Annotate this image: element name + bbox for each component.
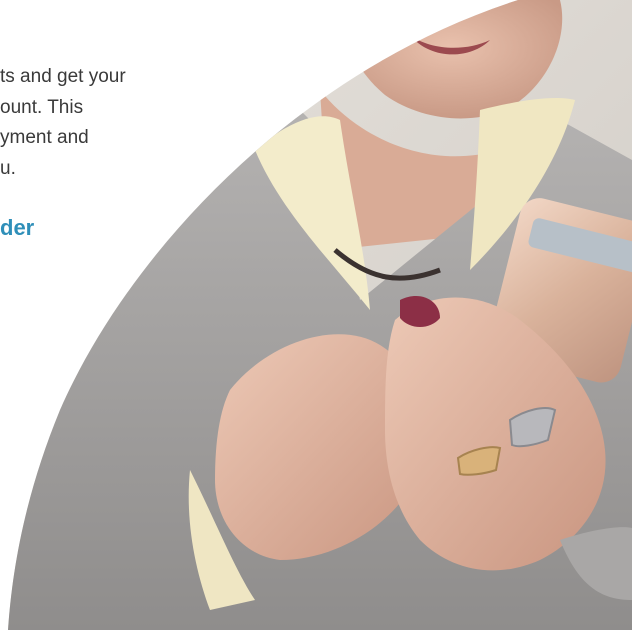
hero-photo [8,0,632,630]
page: ts and get your ount. This yment and u. … [0,0,632,630]
